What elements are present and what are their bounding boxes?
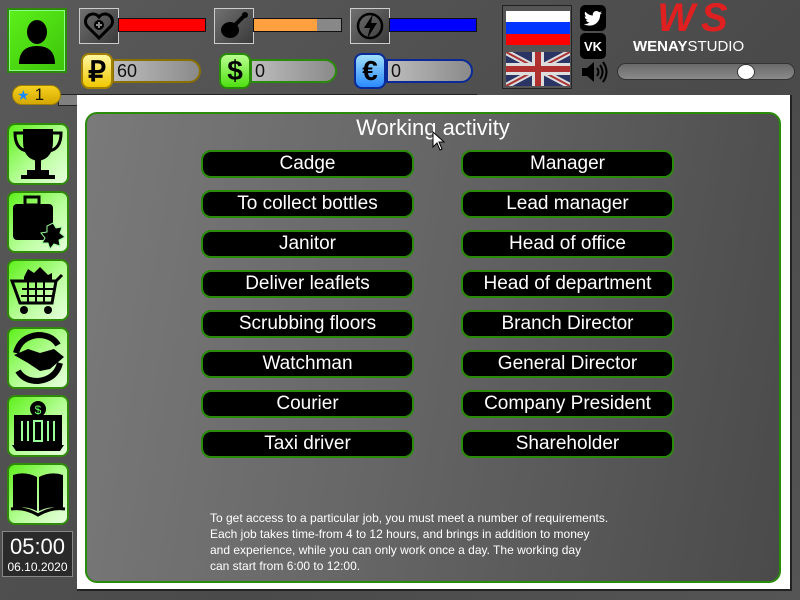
job-button[interactable]: Lead manager bbox=[461, 190, 674, 218]
volume-slider-knob[interactable] bbox=[736, 64, 755, 80]
energy-icon bbox=[350, 8, 390, 44]
job-button[interactable]: Manager bbox=[461, 150, 674, 178]
game-clock: 05:00 06.10.2020 bbox=[2, 531, 73, 577]
speaker-icon bbox=[582, 61, 608, 83]
shopping-cart-icon bbox=[10, 267, 64, 314]
user-icon bbox=[19, 19, 55, 64]
bank-icon: $ bbox=[12, 401, 64, 451]
job-button[interactable]: Scrubbing floors bbox=[201, 310, 414, 338]
volume-slider[interactable] bbox=[617, 63, 795, 80]
level-badge: ★ 1 bbox=[12, 85, 61, 105]
job-button[interactable]: General Director bbox=[461, 350, 674, 378]
twitter-button[interactable] bbox=[580, 5, 606, 31]
sidebar-education-button[interactable] bbox=[7, 463, 69, 525]
vk-button[interactable]: VK bbox=[580, 33, 606, 59]
dollar-icon: $ bbox=[219, 53, 251, 89]
logo-mark: WS bbox=[657, 0, 734, 40]
info-line: To get access to a particular job, you m… bbox=[210, 511, 609, 525]
info-line: Each job takes time-from 4 to 12 hours, … bbox=[210, 527, 590, 541]
job-button[interactable]: Shareholder bbox=[461, 430, 674, 458]
vk-icon: VK bbox=[583, 38, 603, 54]
job-button[interactable]: Deliver leaflets bbox=[201, 270, 414, 298]
job-button[interactable]: Janitor bbox=[201, 230, 414, 258]
health-bar-fill bbox=[119, 19, 205, 31]
language-selector bbox=[502, 5, 572, 89]
job-button[interactable]: Branch Director bbox=[461, 310, 674, 338]
ruble-balance: 60 bbox=[112, 59, 201, 83]
sidebar-deals-button[interactable] bbox=[7, 327, 69, 389]
energy-bar bbox=[389, 18, 477, 32]
health-bar bbox=[118, 18, 206, 32]
euro-balance: 0 bbox=[386, 59, 473, 83]
profile-avatar-button[interactable] bbox=[7, 8, 67, 73]
book-icon bbox=[10, 473, 66, 517]
food-bar-fill bbox=[254, 19, 317, 31]
info-line: and experience, while you can only work … bbox=[210, 543, 582, 557]
logo-name-light: STUDIO bbox=[687, 38, 745, 55]
energy-bar-fill bbox=[390, 19, 476, 31]
job-button[interactable]: Watchman bbox=[201, 350, 414, 378]
info-line: can start from 6:00 to 12:00. bbox=[210, 559, 361, 573]
star-icon: ★ bbox=[17, 86, 30, 103]
health-icon bbox=[79, 8, 119, 44]
job-info-text: To get access to a particular job, you m… bbox=[210, 510, 670, 574]
flag-uk-button[interactable] bbox=[506, 52, 570, 86]
wenay-studio-logo: WS WENAYSTUDIO bbox=[608, 0, 783, 56]
twitter-icon bbox=[584, 10, 602, 26]
food-bar bbox=[253, 18, 342, 32]
sidebar-work-button[interactable] bbox=[7, 191, 69, 253]
clock-time: 05:00 bbox=[9, 534, 66, 559]
job-button[interactable]: Head of office bbox=[461, 230, 674, 258]
sidebar-achievements-button[interactable] bbox=[7, 123, 69, 185]
job-button[interactable]: Company President bbox=[461, 390, 674, 418]
food-icon bbox=[214, 8, 254, 44]
dollar-balance: 0 bbox=[250, 59, 337, 83]
level-value: 1 bbox=[34, 85, 45, 104]
briefcase-icon bbox=[13, 195, 65, 249]
sidebar-bank-button[interactable]: $ bbox=[7, 395, 69, 457]
mouse-cursor-icon bbox=[432, 131, 446, 151]
flag-russia-button[interactable] bbox=[506, 11, 570, 45]
sound-toggle-button[interactable] bbox=[580, 60, 610, 84]
clock-date: 06.10.2020 bbox=[7, 560, 68, 574]
handshake-icon bbox=[13, 331, 64, 385]
ruble-icon: ₽ bbox=[81, 53, 113, 89]
job-button[interactable]: Cadge bbox=[201, 150, 414, 178]
job-button[interactable]: Courier bbox=[201, 390, 414, 418]
sidebar-shop-button[interactable] bbox=[7, 259, 69, 321]
logo-name-bold: WENAY bbox=[633, 38, 688, 55]
trophy-icon bbox=[13, 129, 63, 179]
svg-text:$: $ bbox=[35, 403, 42, 417]
euro-icon: € bbox=[354, 53, 386, 89]
job-button[interactable]: To collect bottles bbox=[201, 190, 414, 218]
job-button[interactable]: Taxi driver bbox=[201, 430, 414, 458]
job-button[interactable]: Head of department bbox=[461, 270, 674, 298]
